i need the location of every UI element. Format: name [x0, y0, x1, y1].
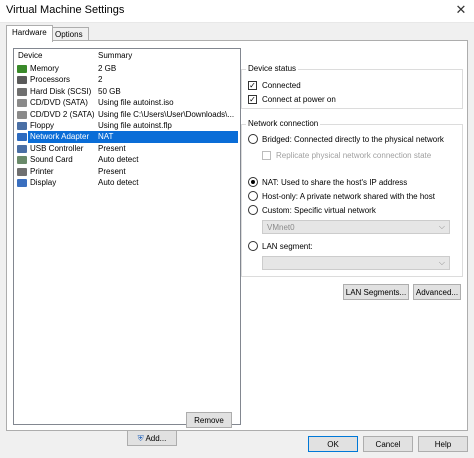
lan-segment-label: LAN segment:: [262, 242, 313, 251]
device-status-legend: Device status: [246, 64, 299, 73]
window-title: Virtual Machine Settings: [6, 4, 125, 16]
dialog-body: Hardware Options Device Summary Memory 2 …: [0, 23, 474, 458]
device-row[interactable]: Hard Disk (SCSI) 50 GB: [14, 86, 240, 97]
replicate-checkbox[interactable]: [262, 151, 271, 160]
device-summary: 50 GB: [98, 86, 121, 96]
chevron-down-icon: ⌵: [438, 258, 445, 267]
device-name: Hard Disk (SCSI): [30, 86, 92, 96]
device-summary: Using file autoinst.iso: [98, 98, 174, 108]
tab-options-label: Options: [55, 30, 83, 39]
device-name: Display: [30, 177, 57, 187]
lan-segment-select[interactable]: ⌵: [262, 256, 450, 270]
device-name: Memory: [30, 64, 59, 73]
remove-label: Remove: [194, 416, 224, 425]
nat-radio-dot: [251, 180, 255, 184]
host-only-label: Host-only: A private network shared with…: [262, 192, 435, 201]
device-status-group: Device status ✓ Connected ✓ Connect at p…: [241, 64, 463, 109]
network-adapter-icon: [17, 133, 27, 142]
ok-button[interactable]: OK: [308, 436, 358, 452]
custom-network-value: VMnet0: [267, 223, 295, 232]
device-summary: Using file C:\Users\User\Downloads\...: [98, 109, 235, 119]
device-summary: Auto detect: [98, 177, 139, 187]
device-name: Floppy: [30, 120, 55, 130]
lan-segments-label: LAN Segments...: [345, 288, 407, 297]
host-only-radio[interactable]: [248, 191, 258, 201]
cd-dvd-icon: [17, 99, 27, 108]
device-name: CD/DVD 2 (SATA): [30, 109, 95, 119]
printer-icon: [17, 167, 27, 176]
hard-disk-icon: [17, 87, 27, 96]
custom-network-select[interactable]: VMnet0 ⌵: [262, 220, 450, 234]
hardware-panel: Device Summary Memory 2 GB Processors 2 Hard…: [6, 40, 468, 446]
cancel-button[interactable]: Cancel: [363, 436, 413, 452]
close-icon[interactable]: ✕: [452, 2, 470, 18]
chevron-down-icon: ⌵: [438, 222, 445, 231]
device-rows: Memory 2 GB Processors 2 Hard Disk (SCSI) 50 …: [14, 63, 240, 188]
cd-dvd-icon: [17, 110, 27, 119]
device-name: Sound Card: [30, 155, 73, 165]
remove-button[interactable]: Remove: [186, 412, 232, 428]
connected-label: Connected: [262, 81, 301, 90]
device-name: Processors: [30, 75, 71, 85]
custom-label: Custom: Specific virtual network: [262, 206, 376, 215]
device-name: Printer: [30, 166, 54, 176]
device-list-header: Device Summary: [14, 49, 240, 63]
device-summary: Auto detect: [98, 155, 139, 165]
connect-at-power-on-label: Connect at power on: [262, 95, 336, 104]
shield-icon: ⛨: [137, 434, 144, 443]
ok-label: OK: [327, 440, 339, 449]
usb-icon: [17, 144, 27, 153]
help-button[interactable]: Help: [418, 436, 468, 452]
cancel-label: Cancel: [375, 440, 401, 449]
lan-segments-button[interactable]: LAN Segments...: [343, 284, 409, 300]
tab-hardware[interactable]: Hardware: [6, 25, 53, 42]
device-row[interactable]: Printer Present: [14, 166, 240, 177]
network-connection-legend: Network connection: [246, 119, 321, 128]
device-summary: Present: [98, 166, 126, 176]
help-label: Help: [434, 440, 452, 449]
custom-radio[interactable]: [248, 205, 258, 215]
device-row[interactable]: Sound Card Auto detect: [14, 154, 240, 165]
nat-radio[interactable]: [248, 177, 258, 187]
device-summary: 2: [98, 75, 103, 85]
device-row[interactable]: Display Auto detect: [14, 177, 240, 188]
connect-at-power-on-checkbox[interactable]: ✓: [248, 95, 257, 104]
device-summary: Present: [98, 143, 126, 153]
device-row[interactable]: Memory 2 GB: [14, 63, 240, 74]
device-name: Network Adapter: [28, 131, 98, 143]
device-row[interactable]: CD/DVD (SATA) Using file autoinst.iso: [14, 97, 240, 108]
device-row[interactable]: Floppy Using file autoinst.flp: [14, 120, 240, 131]
connected-checkbox[interactable]: ✓: [248, 81, 257, 90]
add-button-label: Add...: [145, 434, 167, 443]
column-summary[interactable]: Summary: [98, 51, 132, 60]
device-summary: 2 GB: [98, 64, 117, 73]
bridged-label: Bridged: Connected directly to the physi…: [262, 135, 444, 144]
sound-card-icon: [17, 156, 27, 165]
device-summary: NAT: [96, 131, 238, 143]
tab-hardware-label: Hardware: [12, 28, 47, 37]
add-button[interactable]: ⛨ Add...: [127, 430, 177, 446]
device-summary: Using file autoinst.flp: [98, 120, 172, 130]
floppy-icon: [17, 121, 27, 130]
processor-icon: [17, 76, 27, 85]
display-icon: [17, 178, 27, 187]
memory-icon: [17, 65, 27, 73]
bridged-radio[interactable]: [248, 134, 258, 144]
network-connection-group: Network connection Bridged: Connected di…: [241, 119, 463, 277]
nat-label: NAT: Used to share the host's IP address: [262, 178, 408, 187]
replicate-label: Replicate physical network connection st…: [276, 151, 432, 160]
device-row[interactable]: USB Controller Present: [14, 143, 240, 154]
advanced-button[interactable]: Advanced...: [413, 284, 461, 300]
advanced-label: Advanced...: [415, 288, 459, 297]
device-name: USB Controller: [30, 143, 84, 153]
device-list[interactable]: Device Summary Memory 2 GB Processors 2 Hard…: [13, 48, 241, 425]
device-row[interactable]: Network Adapter NAT: [14, 131, 240, 143]
lan-segment-radio[interactable]: [248, 241, 258, 251]
device-row[interactable]: CD/DVD 2 (SATA) Using file C:\Users\User\…: [14, 109, 240, 120]
device-name: CD/DVD (SATA): [30, 98, 88, 108]
title-bar: Virtual Machine Settings ✕: [0, 0, 474, 23]
device-row[interactable]: Processors 2: [14, 74, 240, 85]
column-device[interactable]: Device: [18, 51, 42, 60]
